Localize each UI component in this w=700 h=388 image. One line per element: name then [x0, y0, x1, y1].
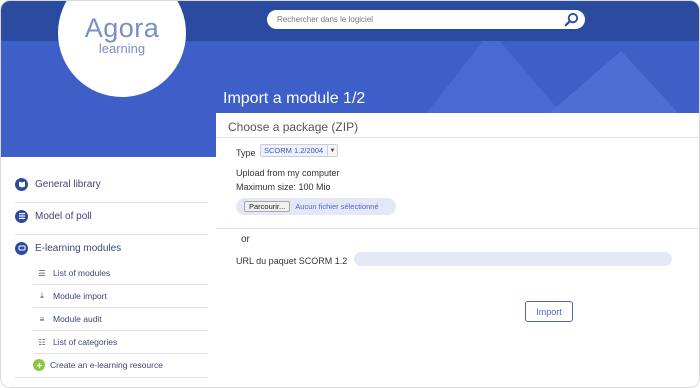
list-icon — [15, 209, 28, 223]
url-field[interactable] — [354, 252, 672, 266]
search-bar — [267, 10, 585, 29]
book-icon — [15, 177, 28, 191]
audit-icon: ≡ — [39, 314, 45, 324]
upload-label: Upload from my computer — [236, 168, 340, 178]
import-icon: ⤓ — [40, 291, 44, 300]
sidebar-subitem-list-of-modules[interactable]: ☰ List of modules — [37, 265, 110, 281]
divider — [216, 228, 699, 229]
sidebar-item-label: Model of poll — [35, 210, 92, 222]
create-elearning-resource-link[interactable]: Create an e-learning resource — [33, 357, 163, 373]
sidebar-item-label: E-learning modules — [35, 242, 122, 254]
import-button[interactable]: Import — [525, 301, 573, 322]
divider — [33, 284, 208, 285]
divider — [216, 137, 699, 138]
divider — [15, 377, 208, 378]
sidebar-subitem-module-audit[interactable]: ≡ Module audit — [37, 311, 102, 327]
logo-text: Agora — [84, 13, 160, 43]
sidebar-subitem-label: Module audit — [53, 314, 102, 324]
file-input[interactable]: Parcourir... Aucun fichier sélectionné — [236, 198, 396, 215]
divider — [15, 202, 208, 203]
section-title: Choose a package (ZIP) — [228, 120, 359, 134]
plus-circle-icon — [33, 359, 45, 371]
logo-subtext: learning — [98, 41, 146, 56]
divider — [33, 353, 208, 354]
elearning-icon — [15, 241, 28, 255]
url-label: URL du paquet SCORM 1.2 — [236, 256, 348, 266]
sidebar-subitem-label: List of modules — [53, 268, 111, 278]
categories-icon: ☷ — [38, 337, 46, 347]
sidebar-subitem-label: Module import — [53, 291, 107, 301]
sidebar-subitem-module-import[interactable]: ⤓ Module import — [37, 288, 107, 304]
sidebar-item-general-library[interactable]: General library — [15, 174, 101, 194]
browse-button[interactable]: Parcourir... — [244, 201, 291, 212]
create-resource-label: Create an e-learning resource — [50, 360, 163, 370]
sidebar-subitem-list-of-categories[interactable]: ☷ List of categories — [37, 334, 117, 350]
sidebar: General library Model of poll E-learning… — [1, 157, 216, 387]
search-input[interactable] — [277, 12, 557, 27]
search-icon[interactable] — [564, 12, 579, 27]
chevron-down-icon: ▼ — [327, 145, 337, 156]
sidebar-item-elearning-modules[interactable]: E-learning modules — [15, 238, 121, 258]
app-window: Import a module 1/2 Agora learning Gener… — [0, 0, 700, 388]
type-select[interactable]: SCORM 1.2/2004 ▼ — [260, 144, 338, 157]
file-status: Aucun fichier sélectionné — [295, 202, 379, 211]
divider — [33, 307, 208, 308]
sidebar-item-model-of-poll[interactable]: Model of poll — [15, 206, 92, 226]
max-size-label: Maximum size: 100 Mio — [236, 182, 331, 192]
divider — [15, 234, 208, 235]
sidebar-item-label: General library — [35, 178, 101, 190]
or-label: or — [241, 234, 250, 245]
page-title: Import a module 1/2 — [223, 90, 366, 107]
sidebar-subitem-label: List of categories — [53, 337, 118, 347]
main-content: Choose a package (ZIP) Type SCORM 1.2/20… — [216, 113, 699, 387]
list-numbered-icon: ☰ — [38, 268, 46, 278]
type-label: Type — [236, 148, 256, 158]
divider — [33, 330, 208, 331]
type-select-value: SCORM 1.2/2004 — [264, 146, 324, 155]
